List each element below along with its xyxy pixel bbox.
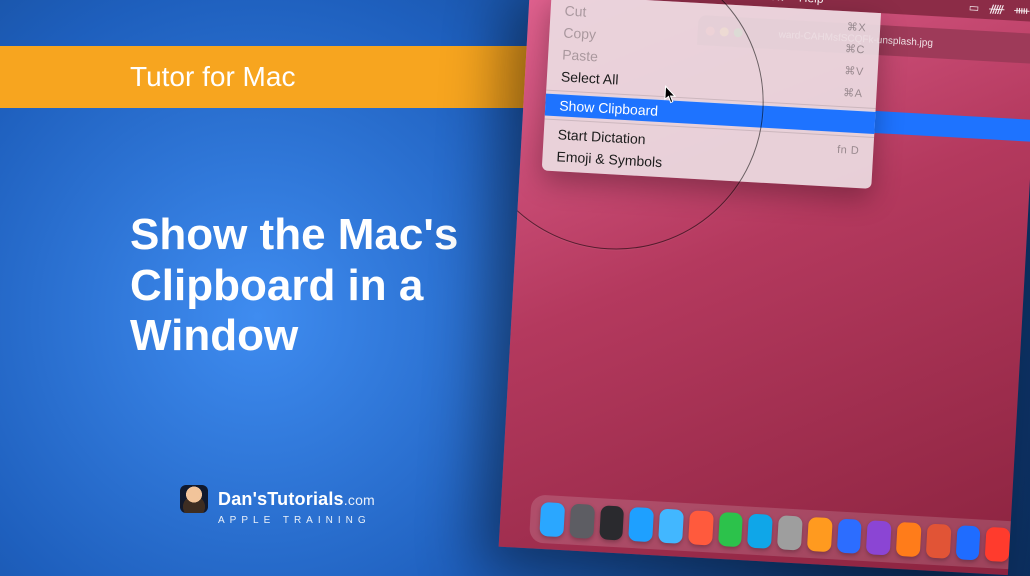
dock-app-13[interactable]	[926, 524, 952, 559]
dock-app-16[interactable]	[1015, 529, 1030, 564]
menubar-item-go[interactable]: Go	[712, 0, 729, 1]
menubar-item-window[interactable]: Window	[742, 0, 785, 4]
brand-block: Dan'sTutorials.com APPLE TRAINING	[180, 485, 375, 526]
dock-app-2[interactable]	[599, 505, 625, 540]
dock-app-12[interactable]	[896, 522, 922, 557]
video-title: Show the Mac's Clipboard in a Window	[130, 210, 570, 362]
dock-app-6[interactable]	[718, 512, 744, 547]
dock-app-3[interactable]	[628, 507, 654, 542]
menubar-item-help[interactable]: Help	[799, 0, 824, 6]
mac-screenshot: Finder File Edit View Go Window Help ▭ ᚏ…	[499, 0, 1030, 575]
menubar-status-icons: ▭ ᚏ ᚔ	[968, 1, 1029, 17]
airplay-icon[interactable]: ▭	[968, 1, 979, 15]
brand-tagline: APPLE TRAINING	[218, 515, 371, 526]
dock-app-5[interactable]	[688, 510, 714, 545]
brand-avatar-icon	[180, 485, 208, 513]
dock-app-0[interactable]	[539, 502, 565, 537]
dock-app-15[interactable]	[985, 527, 1011, 562]
dock-app-10[interactable]	[836, 519, 862, 554]
status-icon[interactable]: ᚏ	[989, 2, 1005, 16]
dock	[529, 494, 1030, 571]
dock-app-14[interactable]	[955, 525, 981, 560]
dock-app-8[interactable]	[777, 515, 803, 550]
category-label: Tutor for Mac	[130, 61, 295, 93]
cursor-icon	[664, 85, 679, 104]
edit-menu-dropdown: Cut ⌘X Copy ⌘C Paste ⌘V Select All ⌘A Sh…	[542, 0, 881, 189]
dock-app-9[interactable]	[807, 517, 833, 552]
dock-app-11[interactable]	[866, 520, 892, 555]
flame-icon[interactable]: ᚔ	[1014, 3, 1030, 17]
dock-app-4[interactable]	[658, 509, 684, 544]
thumbnail-stage: Tutor for Mac Show the Mac's Clipboard i…	[0, 0, 1030, 576]
dock-app-1[interactable]	[569, 504, 595, 539]
dock-app-7[interactable]	[747, 514, 773, 549]
brand-name: Dan'sTutorials.com	[218, 489, 375, 510]
